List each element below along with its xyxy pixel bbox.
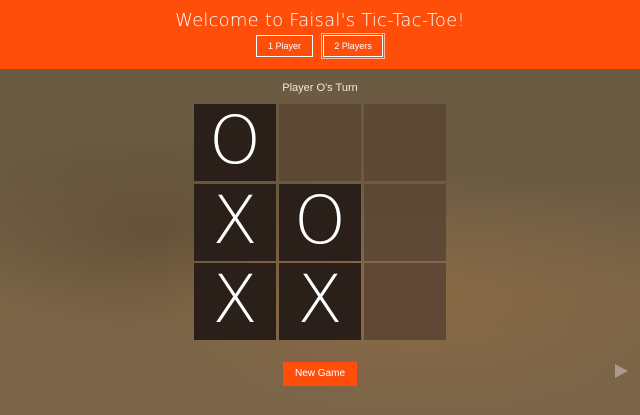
two-players-button[interactable]: 2 Players	[321, 33, 385, 59]
turn-indicator: Player O's Turn	[282, 82, 358, 94]
board-cell-r1c2[interactable]	[279, 104, 361, 181]
board-cell-r2c1[interactable]: X	[194, 184, 276, 261]
board-cell-r3c3[interactable]	[364, 263, 446, 340]
board-cell-r2c2[interactable]: O	[279, 184, 361, 261]
board-cell-r1c3[interactable]	[364, 104, 446, 181]
board-cell-r1c1[interactable]: O	[194, 104, 276, 181]
header-bar: Welcome to Faisal's Tic-Tac-Toe! 1 Playe…	[0, 0, 640, 69]
board-cell-r3c1[interactable]: X	[194, 263, 276, 340]
one-player-button[interactable]: 1 Player	[256, 35, 313, 57]
new-game-button[interactable]: New Game	[283, 362, 357, 386]
board-cell-r3c2[interactable]: X	[279, 263, 361, 340]
play-icon	[615, 364, 628, 378]
game-board: O X O X X	[194, 104, 446, 340]
board-cell-r2c3[interactable]	[364, 184, 446, 261]
page-title: Welcome to Faisal's Tic-Tac-Toe!	[175, 10, 465, 31]
